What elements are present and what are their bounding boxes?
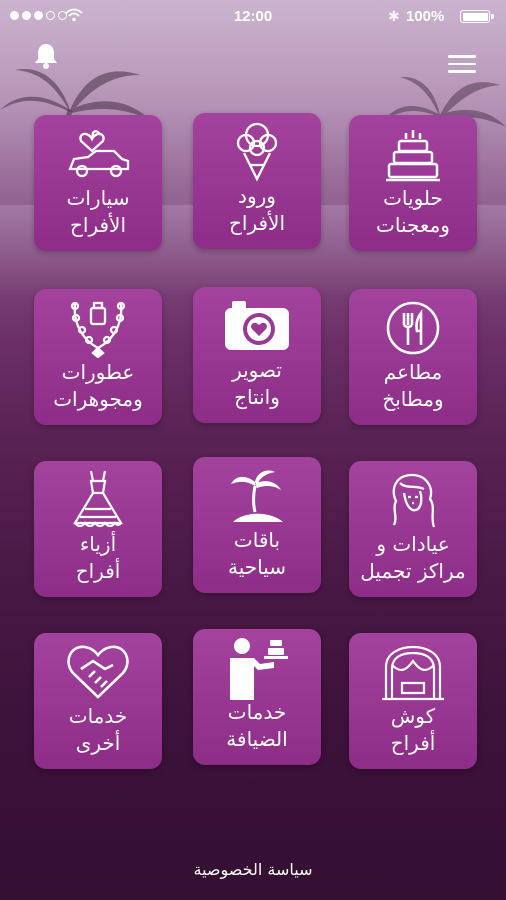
tile-label: سيارات الأفراح <box>66 186 130 237</box>
bluetooth-icon: ✱ <box>388 8 400 24</box>
woman-hair-icon <box>392 473 436 528</box>
tile-beauty-clinics[interactable]: عيادات و مراكز تجميل <box>349 461 477 597</box>
tile-tourism-packages[interactable]: باقات سياحية <box>193 457 321 593</box>
wedding-arch-icon <box>382 645 444 701</box>
status-bar: 12:00 ✱ 100% <box>0 0 506 34</box>
tile-label: حلويات ومعجنات <box>376 186 450 237</box>
wedding-dress-icon <box>73 470 123 528</box>
tile-wedding-fashion[interactable]: أزياء أفراح <box>34 461 162 597</box>
perfume-necklace-icon <box>70 301 126 358</box>
bell-icon[interactable] <box>32 42 60 70</box>
tile-label: تصوير وانتاج <box>232 358 282 409</box>
tile-label: عطورات ومجوهرات <box>53 360 143 411</box>
tile-label: كوش أفراح <box>390 704 436 755</box>
waiter-icon <box>230 638 288 700</box>
handshake-heart-icon <box>67 645 129 699</box>
tile-label: عيادات و مراكز تجميل <box>360 532 466 583</box>
tile-restaurants-kitchens[interactable]: مطاعم ومطابخ <box>349 289 477 425</box>
tile-label: خدمات الضيافة <box>226 700 288 751</box>
camera-heart-icon <box>225 301 289 350</box>
tile-label: مطاعم ومطابخ <box>382 360 444 411</box>
tile-wedding-stages[interactable]: كوش أفراح <box>349 633 477 769</box>
tile-label: أزياء أفراح <box>75 532 121 583</box>
tile-other-services[interactable]: خدمات أخرى <box>34 633 162 769</box>
tile-wedding-flowers[interactable]: ورود الأفراح <box>193 113 321 249</box>
battery-percent: 100% <box>406 8 445 25</box>
tile-wedding-cars[interactable]: سيارات الأفراح <box>34 115 162 251</box>
tile-photography-production[interactable]: تصوير وانتاج <box>193 287 321 423</box>
tile-sweets-pastries[interactable]: حلويات ومعجنات <box>349 115 477 251</box>
cake-icon <box>386 130 440 182</box>
wedding-car-icon <box>68 130 130 178</box>
tile-label: باقات سياحية <box>227 528 286 579</box>
tile-hospitality-services[interactable]: خدمات الضيافة <box>193 629 321 765</box>
privacy-policy-link[interactable]: سياسة الخصوصية <box>0 860 506 879</box>
hamburger-menu-icon[interactable] <box>448 55 476 73</box>
app-screen: 12:00 ✱ 100% حلويات ومعجنات ورود الأفراح… <box>0 0 506 900</box>
tile-perfumes-jewelry[interactable]: عطورات ومجوهرات <box>34 289 162 425</box>
battery-icon <box>460 10 494 23</box>
bouquet-icon <box>236 122 278 182</box>
palm-island-icon <box>231 470 283 522</box>
fork-knife-icon <box>386 301 440 355</box>
tile-label: خدمات أخرى <box>68 704 128 755</box>
tile-label: ورود الأفراح <box>228 184 286 235</box>
